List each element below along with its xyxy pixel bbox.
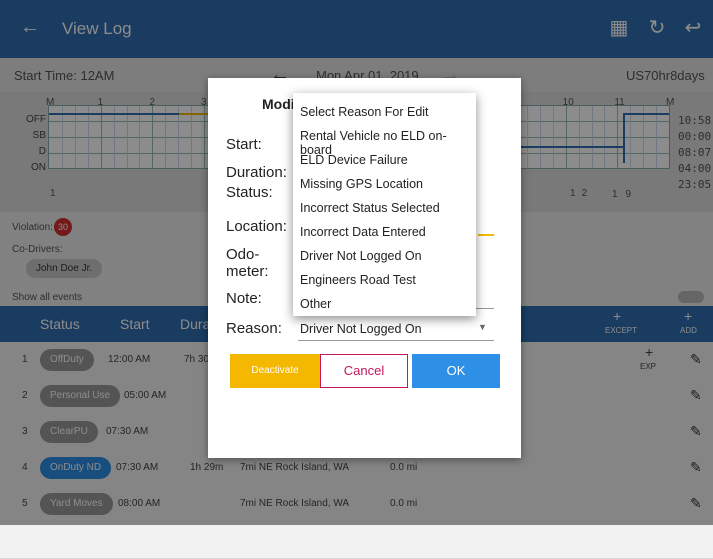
duration-label: Duration: [226, 164, 287, 181]
reason-option-incorrect-data[interactable]: Incorrect Data Entered [300, 225, 476, 239]
reason-option-engineers-road-test[interactable]: Engineers Road Test [300, 273, 476, 287]
reason-option-other[interactable]: Other [300, 297, 476, 311]
location-underline [478, 234, 494, 236]
reason-option-eld-failure[interactable]: ELD Device Failure [300, 153, 476, 167]
dialog-title: Modi [262, 96, 295, 112]
cancel-button[interactable]: Cancel [320, 354, 408, 388]
start-label: Start: [226, 136, 262, 153]
reason-option-incorrect-status[interactable]: Incorrect Status Selected [300, 201, 476, 215]
odometer-label: Odo- meter: [226, 246, 269, 280]
note-label: Note: [226, 290, 262, 307]
reason-option-driver-not-logged[interactable]: Driver Not Logged On [300, 249, 476, 263]
note-underline [476, 308, 494, 309]
reason-option-select[interactable]: Select Reason For Edit [300, 105, 476, 119]
status-label: Status: [226, 184, 273, 201]
reason-label: Reason: [226, 320, 282, 337]
reason-option-missing-gps[interactable]: Missing GPS Location [300, 177, 476, 191]
reason-dropdown-menu: Select Reason For Edit Rental Vehicle no… [293, 93, 476, 316]
deactivate-button[interactable]: Deactivate [230, 354, 320, 388]
dropdown-arrow-icon[interactable]: ▼ [478, 322, 487, 332]
location-label: Location: [226, 218, 287, 235]
table-row[interactable] [0, 522, 713, 559]
reason-select[interactable]: Driver Not Logged On [300, 322, 422, 336]
ok-button[interactable]: OK [412, 354, 500, 388]
reason-underline [298, 340, 494, 341]
